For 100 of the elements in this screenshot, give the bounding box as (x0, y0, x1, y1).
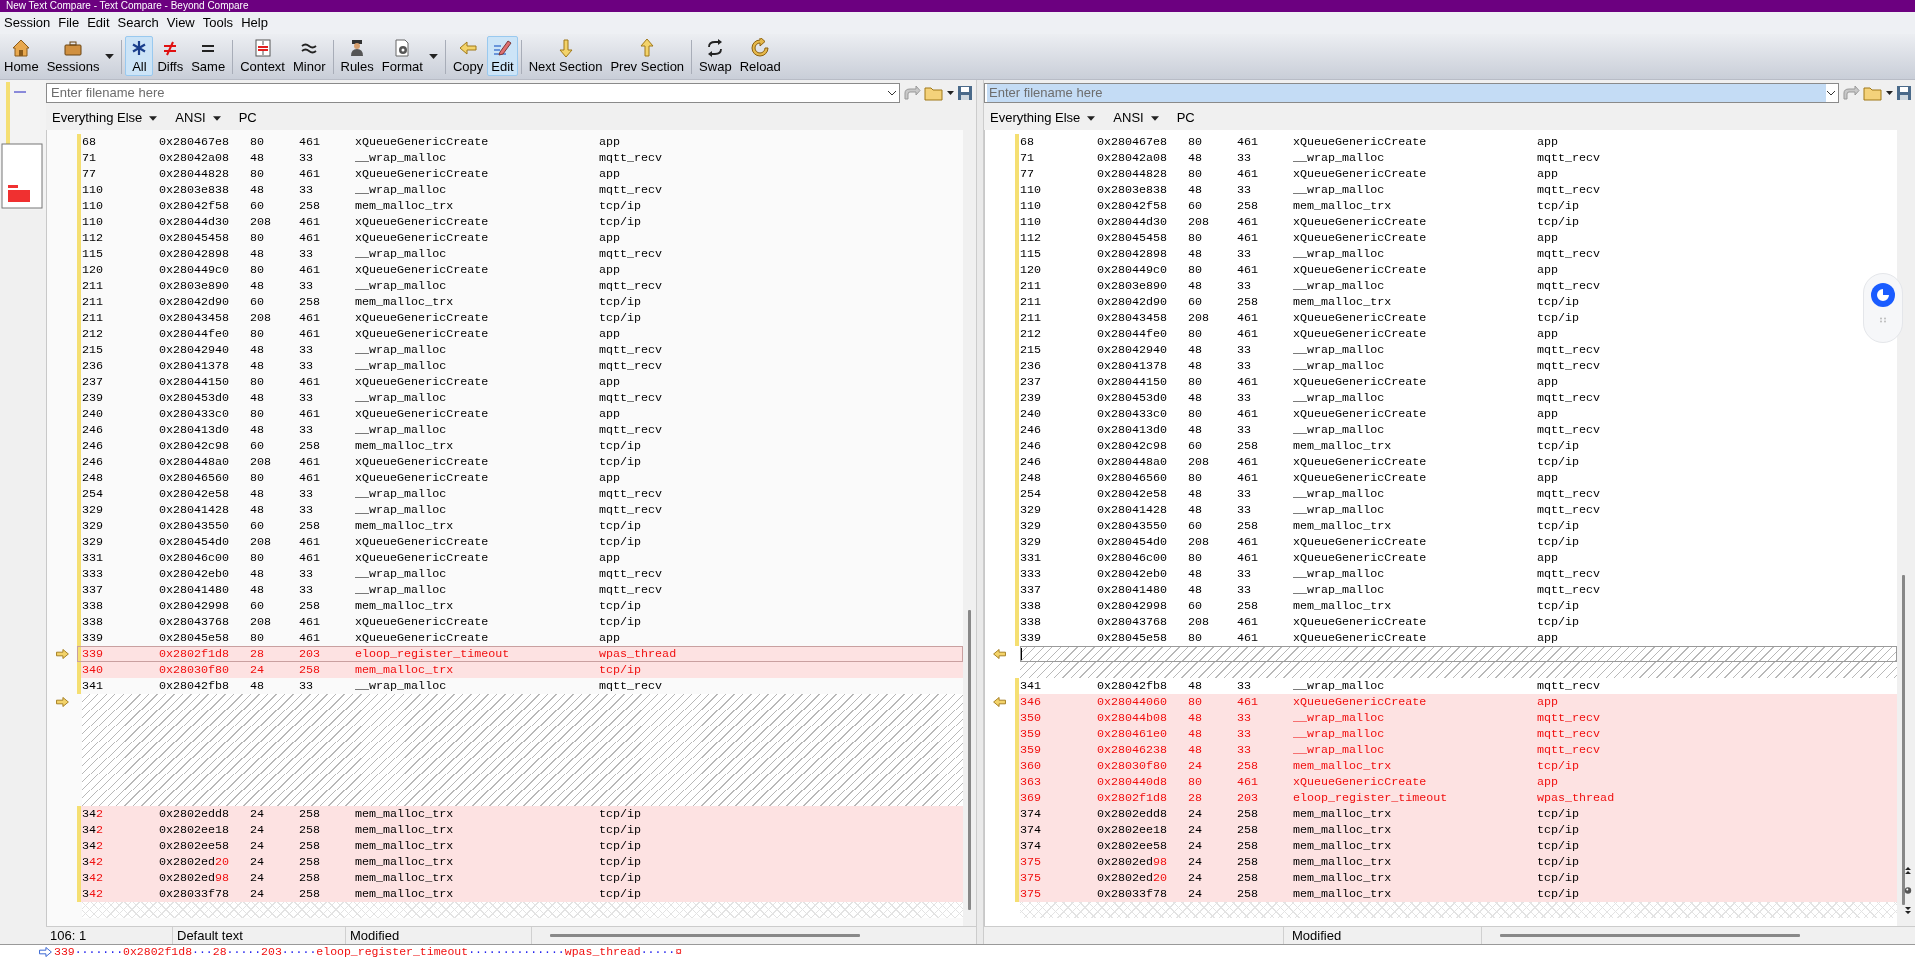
line-number: 246 (82, 454, 105, 470)
caret-icon[interactable] (428, 54, 438, 59)
toolbar-button[interactable]: Next Section (524, 36, 607, 76)
menu-item[interactable]: Tools (198, 12, 238, 34)
line-number: 212 (82, 326, 105, 342)
left-arrow-icon (458, 38, 479, 58)
arrow-icon[interactable] (993, 697, 1007, 707)
id-text: 203 (1237, 790, 1260, 806)
save-icon[interactable] (1896, 85, 1912, 101)
circle-icon[interactable] (1904, 886, 1912, 895)
toolbar-button[interactable]: Same (187, 36, 230, 76)
menu-item[interactable]: Help (237, 12, 272, 34)
id-text: 203 (299, 646, 322, 662)
address-text: 0x28041480 (1097, 582, 1169, 598)
horizontal-scroll-thumb[interactable] (1500, 934, 1800, 937)
toolbar-button[interactable]: Edit (487, 36, 518, 76)
address-text: 0x28042940 (159, 342, 231, 358)
id-text: 461 (1237, 630, 1260, 646)
address-text: 0x2802ee58 (159, 838, 231, 854)
toolbar-button[interactable]: Prev Section (606, 36, 689, 76)
line-number: 112 (1020, 230, 1043, 246)
size-text: 208 (250, 614, 273, 630)
toolbar-button[interactable]: Sessions (42, 36, 104, 76)
thread-name: mqtt_recv (1537, 342, 1601, 358)
arrow-icon[interactable] (55, 649, 69, 659)
thread-name: app (1537, 630, 1559, 646)
function-name: mem_malloc_trx (355, 198, 455, 214)
toolbar-button[interactable]: Context (236, 36, 289, 76)
toolbar-button[interactable]: Diffs (153, 36, 188, 76)
address-text: 0x2802ed20 (1097, 870, 1169, 886)
grip-icon[interactable] (1879, 317, 1887, 323)
caret-icon[interactable] (1886, 91, 1893, 95)
thread-name: mqtt_recv (599, 150, 663, 166)
address-text: 0x28045e58 (159, 630, 231, 646)
id-text: 33 (1237, 342, 1253, 358)
address-text: 0x2803e890 (1097, 278, 1169, 294)
line-number: 333 (1020, 566, 1043, 582)
arrow-icon[interactable] (55, 697, 69, 707)
chevron-icon[interactable] (1826, 90, 1836, 96)
toolbar-button[interactable]: Copy (448, 36, 488, 76)
redo-arrow-icon[interactable] (1842, 85, 1860, 101)
format-dropdown[interactable]: Everything Else (988, 108, 1098, 128)
format-dropdown[interactable]: ANSI (1111, 108, 1161, 128)
id-text: 33 (1237, 710, 1253, 726)
address-text: 0x28033f78 (1097, 886, 1169, 902)
address-text: 0x28044d30 (159, 214, 231, 230)
toolbar-button[interactable]: Reload (735, 36, 785, 76)
toolbar-button[interactable]: All (125, 36, 154, 76)
arrow-icon[interactable] (993, 649, 1007, 659)
double-up-arrow-icon[interactable] (1904, 866, 1912, 875)
home-icon (11, 38, 32, 58)
overview-map-drawing[interactable] (0, 80, 46, 210)
toolbar-button[interactable]: Format (377, 36, 427, 76)
id-text: 33 (299, 342, 315, 358)
address-text: 0x280449c0 (159, 262, 231, 278)
horizontal-scroll-thumb[interactable] (550, 934, 860, 937)
toolbar-button[interactable]: Minor (289, 36, 330, 76)
size-text: 80 (1188, 134, 1204, 150)
address-text: 0x28042998 (159, 598, 231, 614)
address-text: 0x280433c0 (159, 406, 231, 422)
scrollbar-thumb[interactable] (1902, 575, 1905, 905)
circle-icon[interactable] (1871, 283, 1895, 307)
chevron-icon[interactable] (887, 90, 897, 96)
line-number: 246 (82, 438, 105, 454)
size-text: 48 (250, 342, 266, 358)
toolbar-button[interactable]: Home (0, 36, 43, 76)
menu-item[interactable]: File (54, 12, 84, 34)
format-dropdown[interactable]: PC (236, 108, 259, 128)
toolbar-button[interactable]: Swap (695, 36, 736, 76)
format-dropdown[interactable]: PC (1174, 108, 1197, 128)
thread-name: mqtt_recv (599, 422, 663, 438)
address-text: 0x28042fb8 (159, 678, 231, 694)
menu-item[interactable]: Edit (83, 12, 114, 34)
size-text: 80 (1188, 326, 1204, 342)
menu-item[interactable]: Search (113, 12, 163, 34)
function-name: xQueueGenericCreate (1293, 630, 1428, 646)
function-name: mem_malloc_trx (355, 598, 455, 614)
line-number: 337 (82, 582, 105, 598)
menu-item[interactable]: View (162, 12, 199, 34)
id-text: 461 (1237, 230, 1260, 246)
id-text: 33 (1237, 486, 1253, 502)
double-down-arrow-icon[interactable] (1904, 906, 1912, 915)
format-dropdown[interactable]: ANSI (173, 108, 223, 128)
format-dropdown[interactable]: Everything Else (50, 108, 160, 128)
menu-item[interactable]: Session (0, 12, 55, 34)
id-text: 33 (299, 390, 315, 406)
line-number: 350 (1020, 710, 1043, 726)
redo-arrow-icon[interactable] (903, 85, 921, 101)
function-name: xQueueGenericCreate (1293, 262, 1428, 278)
function-name: xQueueGenericCreate (355, 262, 490, 278)
function-name: xQueueGenericCreate (1293, 214, 1428, 230)
thread-name: mqtt_recv (1537, 502, 1601, 518)
scrollbar-thumb[interactable] (968, 610, 971, 910)
function-name: mem_malloc_trx (1293, 294, 1393, 310)
address-text: 0x28030f80 (159, 662, 231, 678)
toolbar-button[interactable]: Rules (336, 36, 378, 76)
save-icon[interactable] (957, 85, 973, 101)
caret-icon[interactable] (105, 54, 115, 59)
address-text: 0x280453d0 (1097, 390, 1169, 406)
caret-icon[interactable] (947, 91, 954, 95)
